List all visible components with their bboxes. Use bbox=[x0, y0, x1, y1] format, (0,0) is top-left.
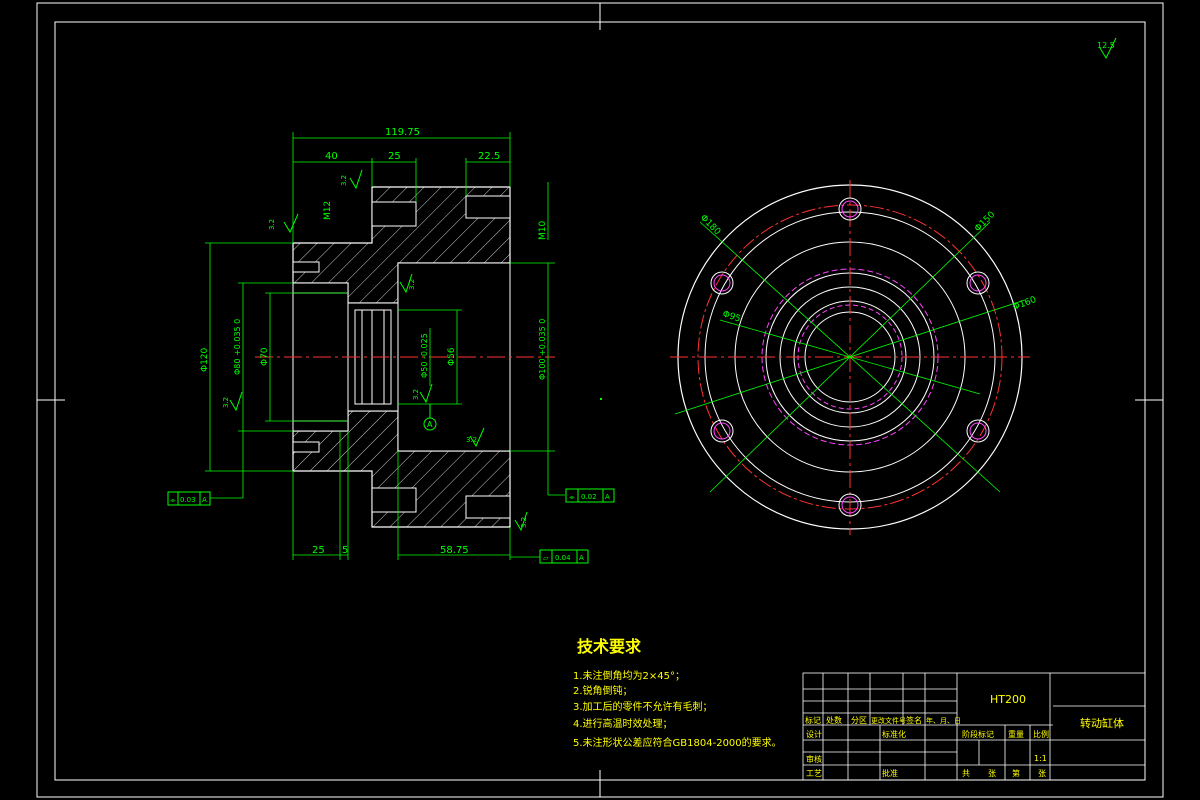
left-label-standard: 标准化 bbox=[882, 729, 906, 739]
dim-text-phi56: Φ56 bbox=[447, 347, 457, 366]
tol-1-value: 0.03 bbox=[180, 496, 196, 504]
tol-2-datum: A bbox=[605, 493, 610, 501]
roughness-text-5: 3.2 bbox=[222, 397, 230, 408]
thread-hole-lower-right bbox=[465, 495, 511, 519]
title-material: HT200 bbox=[990, 693, 1026, 706]
row-label-count: 处数 bbox=[826, 715, 842, 725]
thread-hole-upper-right bbox=[465, 195, 511, 219]
tolerance-frame-3: ▱ 0.04 A bbox=[539, 549, 589, 564]
dim-text-5: 5 bbox=[342, 545, 348, 556]
title-part-name: 转动缸体 bbox=[1080, 716, 1124, 730]
dim-text-phi120: Φ120 bbox=[200, 347, 210, 372]
tech-req-item-1: 1.未注倒角均为2×45°； bbox=[573, 669, 685, 682]
left-label-approve: 批准 bbox=[882, 768, 898, 778]
dim-text-phi70: Φ70 bbox=[260, 347, 270, 366]
tech-req-item-5: 5.未注形状公差应符合GB1804-2000的要求。 bbox=[573, 736, 782, 749]
dim-text-overall: 119.75 bbox=[385, 127, 420, 138]
tech-requirements: 技术要求 1.未注倒角均为2×45°； 2.锐角倒钝； 3.加工后的零件不允许有… bbox=[573, 637, 782, 749]
dim-text-40: 40 bbox=[325, 151, 338, 162]
dim-text-22-5: 22.5 bbox=[478, 151, 500, 162]
right-label-scale: 比例 bbox=[1033, 729, 1049, 739]
roughness-symbol-main: 12.5 bbox=[1097, 37, 1117, 60]
label-phi160: Φ160 bbox=[1012, 295, 1038, 313]
row-label-mark: 标记 bbox=[805, 715, 821, 725]
row-label-date: 年、月、日 bbox=[926, 716, 961, 725]
roughness-text-7: 3.2 bbox=[520, 517, 528, 528]
thread-hole-small-upper bbox=[292, 261, 320, 273]
dim-text-m10: M10 bbox=[538, 221, 548, 240]
label-phi180: Φ180 bbox=[698, 213, 722, 237]
thread-hole-small-lower bbox=[292, 441, 320, 453]
sheet-label-sheets-1: 张 bbox=[988, 769, 996, 778]
title-scale: 1:1 bbox=[1034, 754, 1047, 763]
bolt-hole-6 bbox=[710, 271, 734, 295]
tol-2-symbol: ⌯ bbox=[569, 493, 575, 501]
left-label-process: 工艺 bbox=[806, 769, 822, 778]
dim-text-phi50: Φ50 -0.025 bbox=[420, 333, 429, 378]
dim-text-phi80: Φ80 +0.035 0 bbox=[233, 319, 242, 375]
label-phi150: Φ150 bbox=[973, 210, 997, 234]
tech-requirements-title: 技术要求 bbox=[577, 637, 642, 656]
tol-3-symbol: ▱ bbox=[543, 554, 549, 562]
tech-req-item-3: 3.加工后的零件不允许有毛刺； bbox=[573, 700, 713, 713]
tolerance-frame-2: ⌯ 0.02 A bbox=[565, 488, 615, 503]
end-view: Φ180 Φ150 Φ160 Φ95 bbox=[670, 180, 1038, 535]
tol-1-symbol: ⌯ bbox=[170, 496, 176, 504]
bolt-hole-2 bbox=[966, 271, 990, 295]
left-label-review: 审核 bbox=[806, 754, 822, 764]
thread-hole-upper-left bbox=[371, 201, 417, 227]
cad-drawing-canvas: 12.5 119.75 40 25 22.5 M12 M10 Φ120 Φ80 … bbox=[36, 2, 1164, 798]
roughness-text-3: 3.2 bbox=[408, 279, 416, 290]
row-label-zone: 分区 bbox=[851, 716, 867, 725]
right-label-weight: 重量 bbox=[1008, 729, 1024, 739]
dim-text-phi100: Φ100 +0.035 0 bbox=[538, 319, 547, 380]
sheet-label-sheets-2: 张 bbox=[1038, 769, 1046, 778]
dim-text-25-bottom: 25 bbox=[312, 545, 325, 556]
sheet-inner-border bbox=[54, 21, 1146, 781]
row-label-change-doc: 更改文件号 bbox=[871, 716, 906, 725]
sheet-label-number: 第 bbox=[1012, 768, 1020, 778]
thread-hole-lower-left bbox=[371, 487, 417, 513]
roughness-text-6: 3.2 bbox=[466, 436, 477, 444]
roughness-value: 12.5 bbox=[1097, 41, 1115, 50]
row-label-sign: 签名 bbox=[906, 715, 922, 725]
bolt-hole-5 bbox=[710, 419, 734, 443]
stray-point bbox=[600, 398, 602, 400]
dim-text-58-75: 58.75 bbox=[440, 545, 469, 556]
roughness-text-4: 3.2 bbox=[412, 389, 420, 400]
right-label-stage: 阶段标记 bbox=[962, 729, 994, 739]
label-phi95: Φ95 bbox=[721, 309, 742, 324]
sheet-label-total: 共 bbox=[962, 769, 970, 778]
dim-text-m12: M12 bbox=[323, 201, 333, 220]
datum-a-text: A bbox=[427, 420, 433, 429]
left-label-design: 设计 bbox=[806, 729, 822, 739]
tol-2-value: 0.02 bbox=[581, 493, 597, 501]
tol-3-value: 0.04 bbox=[555, 554, 571, 562]
tolerance-frame-1: ⌯ 0.03 A bbox=[167, 491, 211, 506]
tol-3-datum: A bbox=[579, 554, 584, 562]
tol-1-datum: A bbox=[202, 496, 207, 504]
dim-text-25-top: 25 bbox=[388, 151, 401, 162]
tech-req-item-2: 2.锐角倒钝； bbox=[573, 684, 633, 697]
roughness-text-2: 3.2 bbox=[340, 175, 348, 186]
tech-req-item-4: 4.进行高温时效处理； bbox=[573, 717, 673, 730]
section-view: 119.75 40 25 22.5 M12 M10 Φ120 Φ80 +0.03… bbox=[167, 127, 615, 564]
roughness-text-1: 3.2 bbox=[268, 219, 276, 230]
end-view-labels: Φ180 Φ150 Φ160 Φ95 bbox=[698, 210, 1038, 325]
bolt-hole-3 bbox=[966, 419, 990, 443]
